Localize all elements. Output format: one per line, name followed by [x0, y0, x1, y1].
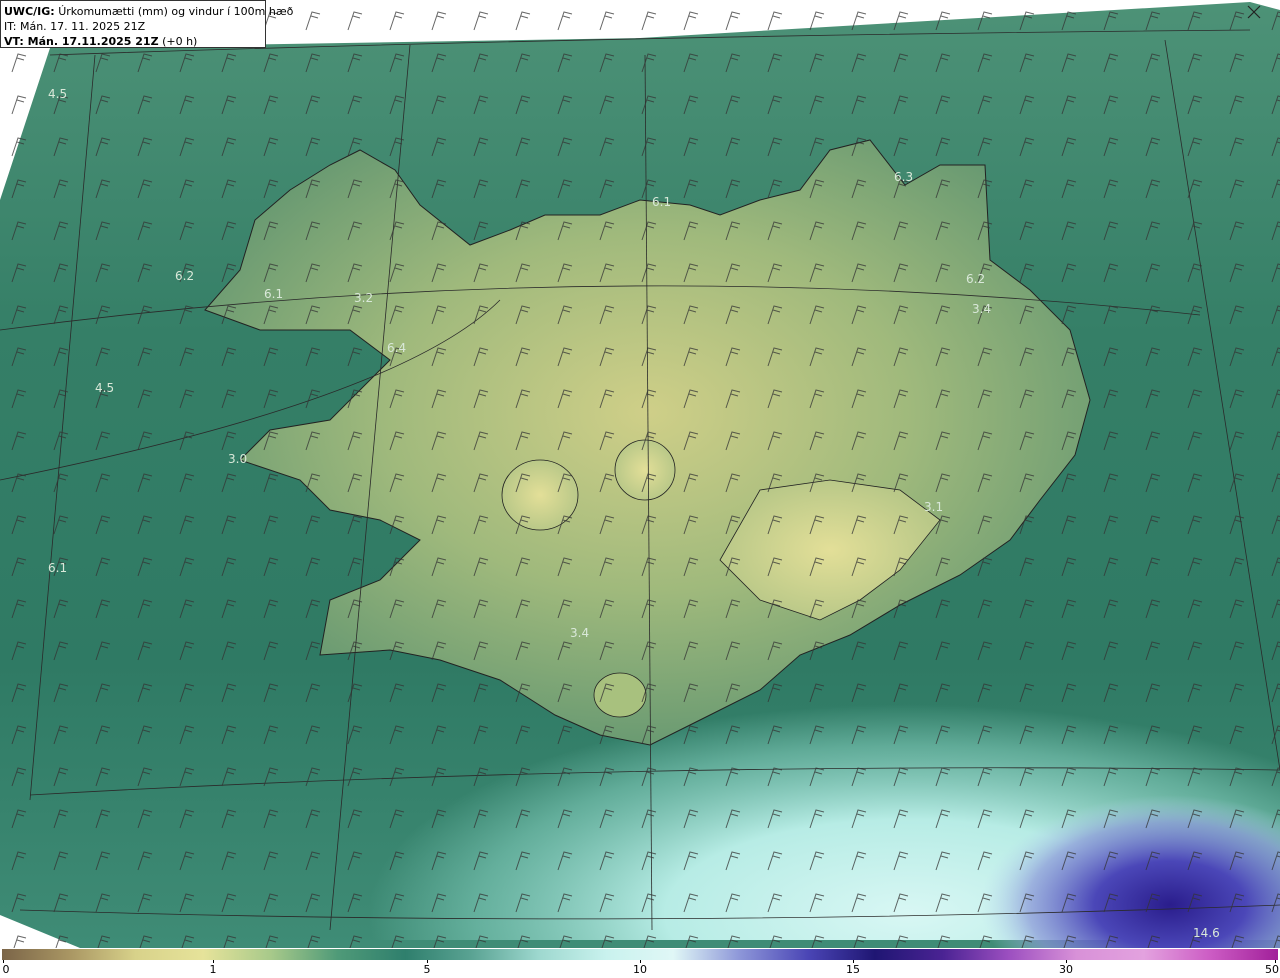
valid-time-label: VT: Mán. 17.11.2025 21Z [4, 35, 159, 48]
valid-time-offset: (+0 h) [162, 35, 198, 48]
colorbar-tick-label: 50 [1265, 963, 1279, 976]
map-value-label: 6.2 [966, 272, 985, 286]
colorbar-strip [2, 949, 1278, 960]
model-name: UWC/IG: [4, 5, 55, 18]
map-value-label: 3.0 [228, 452, 247, 466]
colorbar-tick-label: 5 [423, 963, 431, 976]
map-value-label: 6.4 [387, 341, 406, 355]
map-value-label: 3.2 [354, 291, 373, 305]
wind-barb-icon [0, 0, 1280, 948]
colorbar-tick-label: 10 [633, 963, 647, 976]
map-value-label: 6.1 [264, 287, 283, 301]
map-value-label: 14.6 [1193, 926, 1220, 940]
map-value-label: 6.2 [175, 269, 194, 283]
colorbar-tick-label: 0 [2, 963, 10, 976]
init-time-label: IT: [4, 20, 17, 33]
title-row: UWC/IG: Úrkomumætti (mm) og vindur í 100… [4, 4, 293, 19]
close-x-icon[interactable] [1246, 4, 1262, 20]
map-value-label: 6.3 [894, 170, 913, 184]
map-value-label: 6.1 [652, 195, 671, 209]
map-value-label: 4.5 [48, 87, 67, 101]
forecast-info-box: UWC/IG: Úrkomumætti (mm) og vindur í 100… [0, 0, 293, 49]
colorbar-tick-label: 1 [209, 963, 217, 976]
valid-time-row: VT: Mán. 17.11.2025 21Z (+0 h) [4, 34, 262, 49]
map-value-label: 3.4 [570, 626, 589, 640]
map-value-label: 3.4 [972, 302, 991, 316]
init-time-row: IT: Mán. 17. 11. 2025 21Z [4, 19, 262, 34]
colorbar-tick-label: 30 [1059, 963, 1073, 976]
map-value-label: 4.5 [95, 381, 114, 395]
init-time-value: Mán. 17. 11. 2025 21Z [19, 20, 146, 33]
forecast-map: 4.5 6.2 6.1 3.2 6.4 4.5 3.0 6.1 6.1 6.3 … [0, 0, 1280, 948]
colorbar-tick-label: 15 [846, 963, 860, 976]
precipitation-colorbar: 0 1 5 10 15 30 50 [0, 948, 1280, 978]
map-value-label: 3.1 [924, 500, 943, 514]
map-title: Úrkomumætti (mm) og vindur í 100m hæð [58, 5, 294, 18]
map-value-label: 6.1 [48, 561, 67, 575]
